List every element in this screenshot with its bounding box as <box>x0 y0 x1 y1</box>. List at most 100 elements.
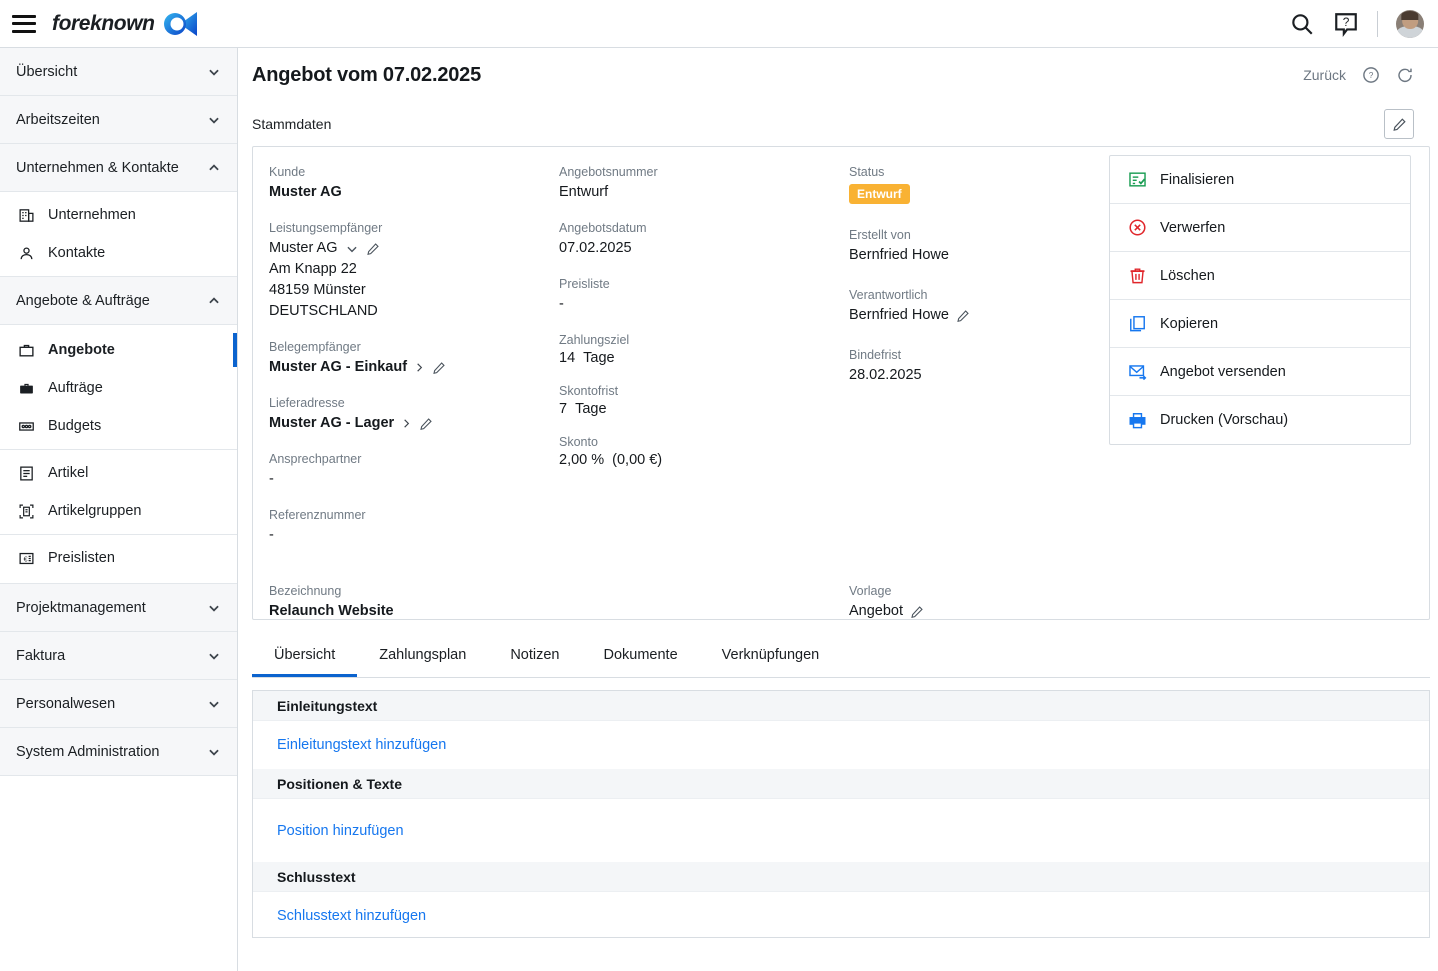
svg-text:?: ? <box>1343 15 1350 29</box>
field-value: 2,00 % <box>559 452 605 468</box>
add-schlusstext-link[interactable]: Schlusstext hinzufügen <box>253 892 1429 940</box>
section-heading-einleitungstext: Einleitungstext <box>253 691 1429 721</box>
master-data-bottom-row: Bezeichnung Relaunch Website Vorlage Ang… <box>253 582 1429 622</box>
tab-uebersicht[interactable]: Übersicht <box>252 636 358 677</box>
section-heading-label: Einleitungstext <box>277 697 378 714</box>
brand-logo[interactable]: foreknown <box>52 11 199 37</box>
sidebar-group-personalwesen[interactable]: Personalwesen <box>0 680 237 728</box>
section-heading-schlusstext: Schlusstext <box>253 862 1429 892</box>
field-value: Relaunch Website <box>269 603 394 619</box>
kopieren-button[interactable]: Kopieren <box>1110 300 1410 348</box>
sidebar-group-label: Personalwesen <box>16 695 116 712</box>
sidebar-group-faktura[interactable]: Faktura <box>0 632 237 680</box>
sidebar-item-kontakte[interactable]: Kontakte <box>0 234 237 272</box>
loeschen-button[interactable]: Löschen <box>1110 252 1410 300</box>
search-icon[interactable] <box>1289 11 1315 37</box>
chevron-right-icon[interactable] <box>401 418 412 429</box>
price-tag-icon: € <box>19 552 34 564</box>
sidebar-group-label: Angebote & Aufträge <box>16 292 150 309</box>
tab-label: Dokumente <box>603 647 678 663</box>
sidebar-group-label: Unternehmen & Kontakte <box>16 159 179 176</box>
avatar[interactable] <box>1396 9 1424 38</box>
chevron-down-icon <box>209 749 219 756</box>
pencil-icon[interactable] <box>956 309 970 323</box>
sidebar-item-budgets[interactable]: Budgets <box>0 407 237 445</box>
field-preisliste: Preisliste - <box>559 275 849 315</box>
sidebar-item-angebote[interactable]: Angebote <box>0 331 237 369</box>
pencil-icon[interactable] <box>910 605 924 619</box>
sidebar-group-unternehmen-kontakte[interactable]: Unternehmen & Kontakte <box>0 144 237 192</box>
chevron-down-icon[interactable] <box>345 242 359 256</box>
pencil-icon[interactable] <box>366 242 380 256</box>
sidebar-item-label: Budgets <box>48 418 102 434</box>
refresh-icon[interactable] <box>1396 66 1414 84</box>
status-badge: Entwurf <box>849 184 910 204</box>
field-value: Muster AG <box>269 184 342 200</box>
sidebar-item-label: Aufträge <box>48 380 103 396</box>
sidebar-item-artikelgruppen[interactable]: Artikelgruppen <box>0 492 237 530</box>
topbar-actions: ? <box>1289 9 1438 38</box>
tab-zahlungsplan[interactable]: Zahlungsplan <box>357 636 488 677</box>
tab-dokumente[interactable]: Dokumente <box>582 636 700 677</box>
page-header: Angebot vom 07.02.2025 Zurück ? <box>238 48 1438 102</box>
field-label: Vorlage <box>849 584 892 598</box>
sidebar-group-uebersicht[interactable]: Übersicht <box>0 48 237 96</box>
field-label: Ansprechpartner <box>269 452 362 466</box>
section-heading-label: Schlusstext <box>277 868 356 885</box>
tab-verknuepfungen[interactable]: Verknüpfungen <box>700 636 842 677</box>
sidebar-group-system-administration[interactable]: System Administration <box>0 728 237 776</box>
chevron-down-icon <box>209 653 219 660</box>
action-label: Angebot versenden <box>1160 363 1286 380</box>
chevron-right-icon[interactable] <box>414 362 425 373</box>
field-value-row: 14 Tage <box>559 350 849 366</box>
sidebar-divider <box>0 449 237 450</box>
sidebar-group-angebote-auftraege[interactable]: Angebote & Aufträge <box>0 277 237 325</box>
sidebar-group-label: Faktura <box>16 647 66 664</box>
sidebar-item-auftraege[interactable]: Aufträge <box>0 369 237 407</box>
sidebar-group-label: System Administration <box>16 743 160 760</box>
pencil-icon <box>1392 117 1406 131</box>
pencil-icon[interactable] <box>432 361 446 375</box>
action-label: Löschen <box>1160 267 1215 284</box>
field-verantwortlich: Verantwortlich Bernfried Howe <box>849 286 1109 326</box>
help-speech-bubble-icon[interactable]: ? <box>1333 11 1359 37</box>
sidebar-group-arbeitszeiten[interactable]: Arbeitszeiten <box>0 96 237 144</box>
sidebar-group-label: Projektmanagement <box>16 599 146 616</box>
add-einleitungstext-link[interactable]: Einleitungstext hinzufügen <box>253 721 1429 769</box>
sidebar-group-label: Arbeitszeiten <box>16 111 100 128</box>
action-label: Finalisieren <box>1160 171 1235 188</box>
sidebar-group-projektmanagement[interactable]: Projektmanagement <box>0 584 237 632</box>
sidebar-item-artikel[interactable]: Artikel <box>0 454 237 492</box>
section-label: Stammdaten <box>252 116 332 132</box>
sidebar-item-unternehmen[interactable]: Unternehmen <box>0 196 237 234</box>
page-title: Angebot vom 07.02.2025 <box>252 63 482 86</box>
tab-label: Zahlungsplan <box>379 647 467 663</box>
field-label: Lieferadresse <box>269 396 345 410</box>
finalisieren-button[interactable]: Finalisieren <box>1110 156 1410 204</box>
hamburger-icon[interactable] <box>12 14 36 33</box>
drucken-vorschau-button[interactable]: Drucken (Vorschau) <box>1110 396 1410 444</box>
pencil-icon[interactable] <box>419 417 433 431</box>
banknote-icon <box>19 421 34 431</box>
section-heading-label: Positionen & Texte <box>277 775 402 792</box>
printer-icon <box>1129 412 1146 428</box>
help-circle-icon[interactable]: ? <box>1362 66 1380 84</box>
tab-notizen[interactable]: Notizen <box>488 636 581 677</box>
field-label: Skonto <box>559 435 598 449</box>
add-position-link[interactable]: Position hinzufügen <box>253 799 1429 862</box>
edit-master-data-button[interactable] <box>1384 109 1414 139</box>
verwerfen-button[interactable]: Verwerfen <box>1110 204 1410 252</box>
document-group-icon <box>19 504 34 518</box>
main-content: Angebot vom 07.02.2025 Zurück ? Stammdat… <box>238 48 1438 971</box>
field-lieferadresse: Lieferadresse Muster AG - Lager <box>269 394 559 434</box>
field-erstellt-von: Erstellt von Bernfried Howe <box>849 226 1109 266</box>
sidebar-item-preislisten[interactable]: € Preislisten <box>0 539 237 577</box>
field-value-row: 2,00 % (0,00 €) <box>559 452 849 468</box>
back-link[interactable]: Zurück <box>1303 67 1346 83</box>
field-value: 7 <box>559 401 568 417</box>
tab-label: Übersicht <box>274 647 336 663</box>
spacer-column <box>559 582 849 622</box>
address-line-1: Am Knapp 22 <box>269 261 357 277</box>
sidebar-item-label: Kontakte <box>48 245 106 261</box>
angebot-versenden-button[interactable]: Angebot versenden <box>1110 348 1410 396</box>
